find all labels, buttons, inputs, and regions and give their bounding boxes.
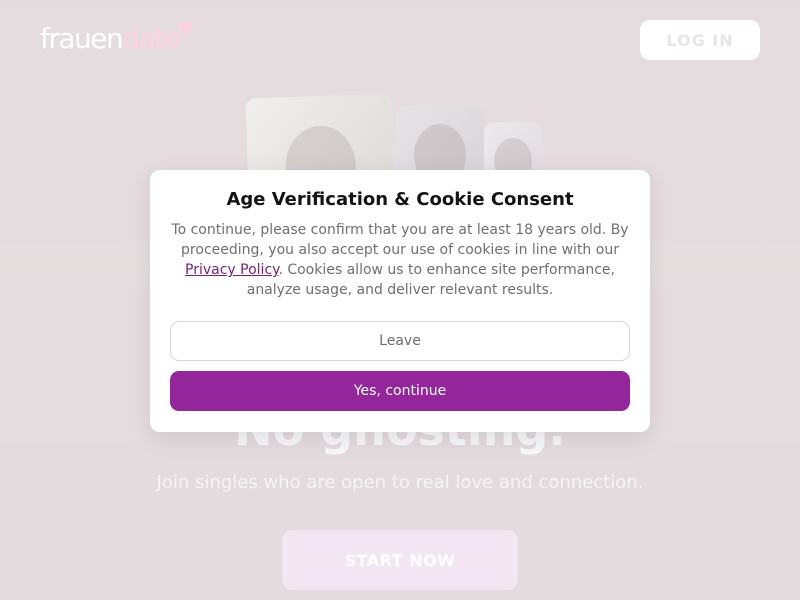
modal-text-part1: To continue, please confirm that you are… bbox=[171, 222, 629, 258]
logo-text-date: date bbox=[122, 22, 181, 55]
modal-text-part2: . Cookies allow us to enhance site perfo… bbox=[246, 262, 615, 298]
site-logo[interactable]: frauendate ♥ bbox=[40, 19, 194, 55]
hero-subline: Join singles who are open to real love a… bbox=[156, 472, 644, 493]
logo-text-frauen: frauen bbox=[40, 22, 124, 55]
age-cookie-consent-modal: Age Verification & Cookie Consent To con… bbox=[150, 170, 650, 432]
privacy-policy-link[interactable]: Privacy Policy bbox=[185, 262, 278, 278]
modal-description: To continue, please confirm that you are… bbox=[170, 220, 630, 300]
heart-icon: ♥ bbox=[176, 17, 194, 41]
start-now-button[interactable]: START NOW bbox=[282, 530, 518, 590]
leave-button[interactable]: Leave bbox=[170, 321, 630, 361]
login-button[interactable]: LOG IN bbox=[640, 20, 760, 60]
continue-button[interactable]: Yes, continue bbox=[170, 371, 630, 411]
modal-title: Age Verification & Cookie Consent bbox=[226, 189, 574, 210]
